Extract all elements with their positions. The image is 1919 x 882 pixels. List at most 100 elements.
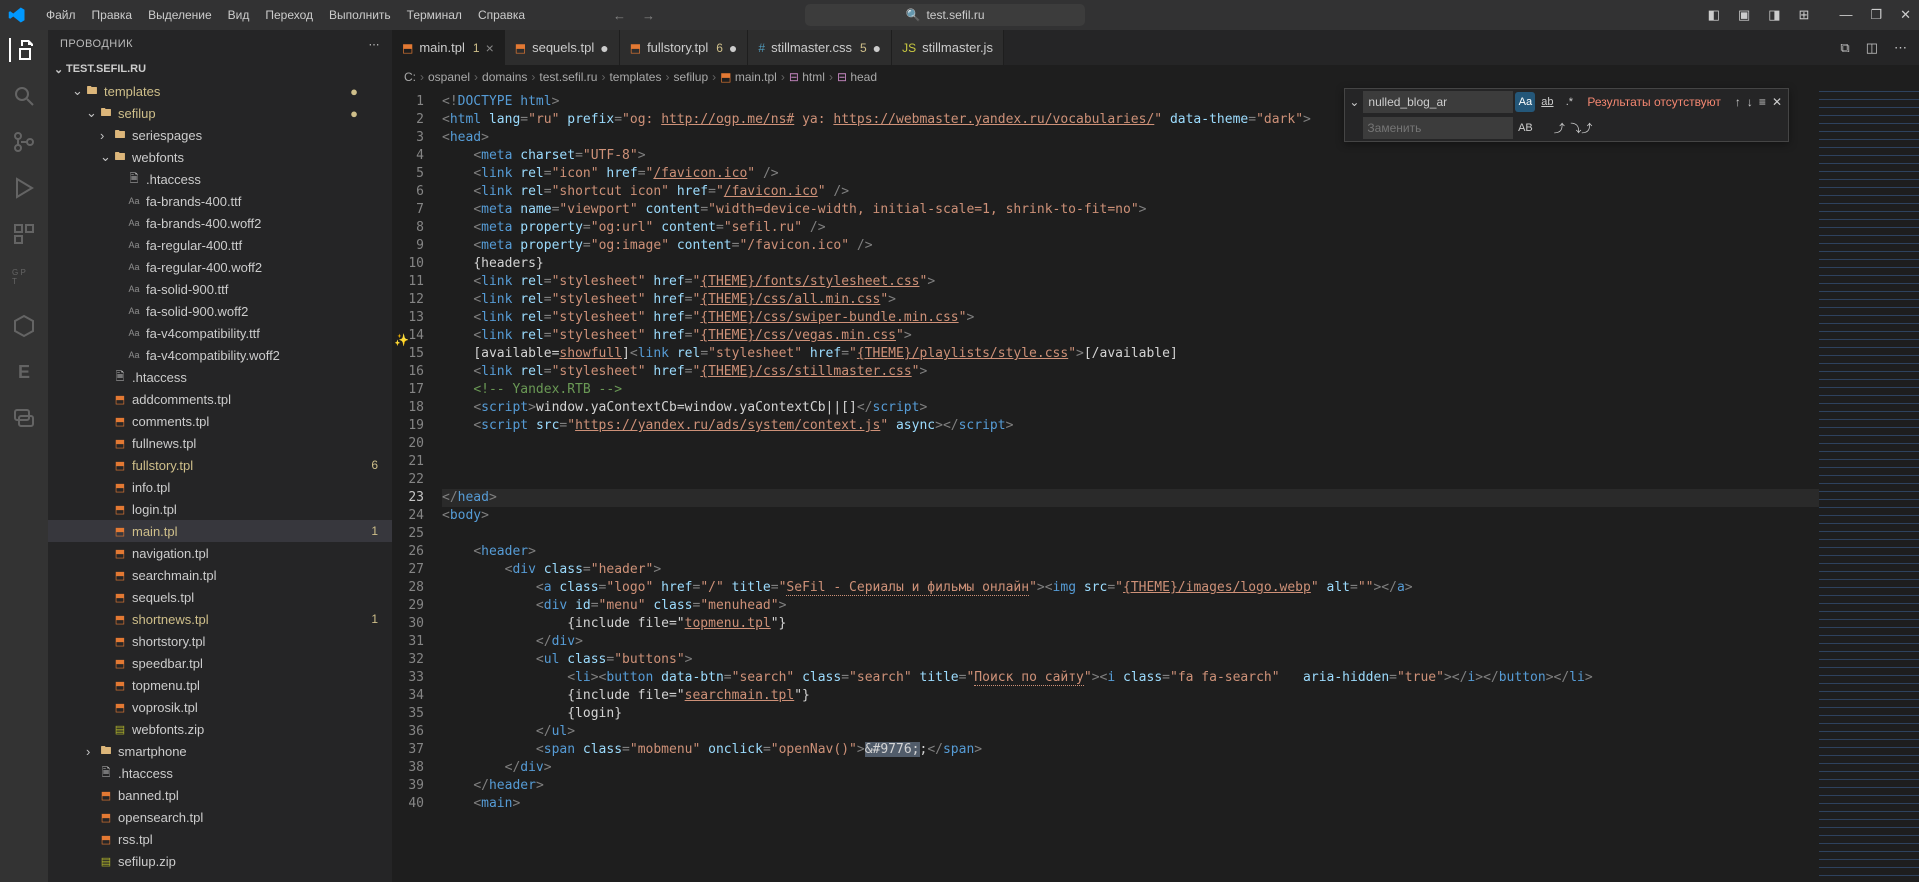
tree-item[interactable]: ⬒login.tpl [48, 498, 392, 520]
breadcrumb-item[interactable]: test.sefil.ru [539, 70, 597, 84]
split-editor-icon[interactable]: ◫ [1866, 40, 1878, 56]
menu-item[interactable]: Справка [470, 4, 533, 26]
tree-item[interactable]: ⬒fullstory.tpl6 [48, 454, 392, 476]
tree-item[interactable]: ⬒info.tpl [48, 476, 392, 498]
editor-tab[interactable]: JSstillmaster.js [892, 30, 1004, 65]
tree-item[interactable]: ⬒comments.tpl [48, 410, 392, 432]
replace-input[interactable] [1363, 117, 1513, 139]
breadcrumb[interactable]: C:›ospanel›domains›test.sefil.ru›templat… [392, 65, 1919, 89]
layout-icon-3[interactable]: ◨ [1768, 7, 1780, 23]
tree-item[interactable]: ▤sefilup.zip [48, 850, 392, 872]
minimize-button[interactable]: — [1839, 7, 1852, 23]
editor-tab[interactable]: ⬒fullstory.tpl6● [620, 30, 749, 65]
tree-item[interactable]: ⬒addcomments.tpl [48, 388, 392, 410]
tree-item[interactable]: Aafa-solid-900.woff2 [48, 300, 392, 322]
tree-item[interactable]: ⬒voprosik.tpl [48, 696, 392, 718]
breadcrumb-item[interactable]: ⬒ main.tpl [720, 70, 777, 84]
layout-icon-1[interactable]: ◧ [1708, 7, 1720, 23]
replace-one-icon[interactable]: ⤴ [1549, 118, 1569, 138]
tree-item[interactable]: ⬒banned.tpl [48, 784, 392, 806]
tree-item[interactable]: ▤webfonts.zip [48, 718, 392, 740]
menu-item[interactable]: Правка [84, 4, 141, 26]
nav-forward[interactable]: → [642, 8, 655, 23]
editor-group: ⬒main.tpl1×⬒sequels.tpl●⬒fullstory.tpl6●… [392, 30, 1919, 882]
menu-item[interactable]: Переход [257, 4, 321, 26]
project-root[interactable]: ⌄TEST.SEFIL.RU [48, 58, 392, 80]
maximize-button[interactable]: ❐ [1870, 7, 1882, 23]
docker-icon[interactable] [12, 314, 36, 338]
tree-item[interactable]: ⬒rss.tpl [48, 828, 392, 850]
tree-item[interactable]: 🗎.htaccess [48, 762, 392, 784]
editor-tab[interactable]: ⬒sequels.tpl● [505, 30, 620, 65]
breadcrumb-item[interactable]: sefilup [673, 70, 708, 84]
getpost-icon[interactable]: G PT [12, 268, 36, 292]
tree-item[interactable]: Aafa-v4compatibility.ttf [48, 322, 392, 344]
code-area[interactable]: <!DOCTYPE html><html lang="ru" prefix="o… [442, 89, 1819, 882]
tree-item[interactable]: ⬒topmenu.tpl [48, 674, 392, 696]
editor-tab[interactable]: #stillmaster.css5● [748, 30, 892, 65]
breadcrumb-item[interactable]: ospanel [428, 70, 470, 84]
tree-item[interactable]: Aafa-regular-400.ttf [48, 234, 392, 256]
menu-item[interactable]: Вид [220, 4, 258, 26]
tree-item[interactable]: 🗎.htaccess [48, 168, 392, 190]
tab-more-icon[interactable]: ⋯ [1894, 40, 1907, 56]
source-control-icon[interactable] [12, 130, 36, 154]
sidebar-more-icon[interactable]: ⋯ [369, 38, 381, 51]
tree-item[interactable]: ⬒speedbar.tpl [48, 652, 392, 674]
command-center[interactable]: 🔍 test.sefil.ru [805, 4, 1085, 26]
breadcrumb-item[interactable]: domains [482, 70, 527, 84]
find-input[interactable] [1363, 91, 1513, 113]
minimap[interactable] [1819, 89, 1919, 882]
find-next-icon[interactable]: ↓ [1747, 95, 1753, 109]
breadcrumb-item[interactable]: ⊟ head [837, 70, 877, 84]
find-selection-icon[interactable]: ≡ [1759, 95, 1766, 109]
breadcrumb-item[interactable]: ⊟ html [789, 70, 825, 84]
tree-item[interactable]: ⬒opensearch.tpl [48, 806, 392, 828]
tree-item[interactable]: Aafa-v4compatibility.woff2 [48, 344, 392, 366]
tree-item[interactable]: ⬒main.tpl1 [48, 520, 392, 542]
tree-item[interactable]: ⬒shortstory.tpl [48, 630, 392, 652]
menu-item[interactable]: Выполнить [321, 4, 399, 26]
extensions-icon[interactable] [12, 222, 36, 246]
tree-item[interactable]: Aafa-solid-900.ttf [48, 278, 392, 300]
tree-item[interactable]: ⬒navigation.tpl [48, 542, 392, 564]
inline-suggestion-icon[interactable]: ✨ [394, 333, 409, 347]
menu-item[interactable]: Файл [38, 4, 84, 26]
elementor-icon[interactable]: E [12, 360, 36, 384]
compare-icon[interactable]: ⧉ [1840, 40, 1849, 56]
close-window-button[interactable]: ✕ [1900, 7, 1911, 23]
tree-item[interactable]: 🗎.htaccess [48, 366, 392, 388]
find-expand-icon[interactable]: ⌄ [1345, 95, 1363, 109]
tree-item[interactable]: ⬒sequels.tpl [48, 586, 392, 608]
tree-item[interactable]: Aafa-brands-400.woff2 [48, 212, 392, 234]
tree-item[interactable]: ⬒searchmain.tpl [48, 564, 392, 586]
search-activity-icon[interactable] [12, 84, 36, 108]
explorer-icon[interactable] [9, 38, 33, 62]
whole-word-toggle[interactable]: ab [1537, 92, 1557, 112]
tree-item[interactable]: ⌄🖿sefilup● [48, 102, 392, 124]
find-prev-icon[interactable]: ↑ [1735, 95, 1741, 109]
tree-item[interactable]: ›🖿seriespages [48, 124, 392, 146]
editor-tab[interactable]: ⬒main.tpl1× [392, 30, 505, 65]
find-close-icon[interactable]: ✕ [1772, 95, 1782, 109]
preserve-case-toggle[interactable]: AB [1515, 118, 1535, 138]
layout-icon-4[interactable]: ⊞ [1799, 7, 1810, 23]
tree-item[interactable]: Aafa-regular-400.woff2 [48, 256, 392, 278]
nav-back[interactable]: ← [613, 8, 626, 23]
tree-item[interactable]: ⌄🖿templates● [48, 80, 392, 102]
debug-icon[interactable] [12, 176, 36, 200]
tree-item[interactable]: ⬒fullnews.tpl [48, 432, 392, 454]
menu-item[interactable]: Выделение [140, 4, 220, 26]
replace-all-icon[interactable]: ⤵⤴ [1571, 118, 1591, 138]
breadcrumb-item[interactable]: C: [404, 70, 416, 84]
menu-item[interactable]: Терминал [399, 4, 470, 26]
regex-toggle[interactable]: .* [1559, 92, 1579, 112]
layout-icon-2[interactable]: ▣ [1738, 7, 1750, 23]
tree-item[interactable]: ⌄🖿webfonts [48, 146, 392, 168]
tree-item[interactable]: ⬒shortnews.tpl1 [48, 608, 392, 630]
breadcrumb-item[interactable]: templates [609, 70, 661, 84]
tree-item[interactable]: ›🖿smartphone [48, 740, 392, 762]
comments-icon[interactable] [12, 406, 36, 430]
tree-item[interactable]: Aafa-brands-400.ttf [48, 190, 392, 212]
match-case-toggle[interactable]: Aa [1515, 92, 1535, 112]
